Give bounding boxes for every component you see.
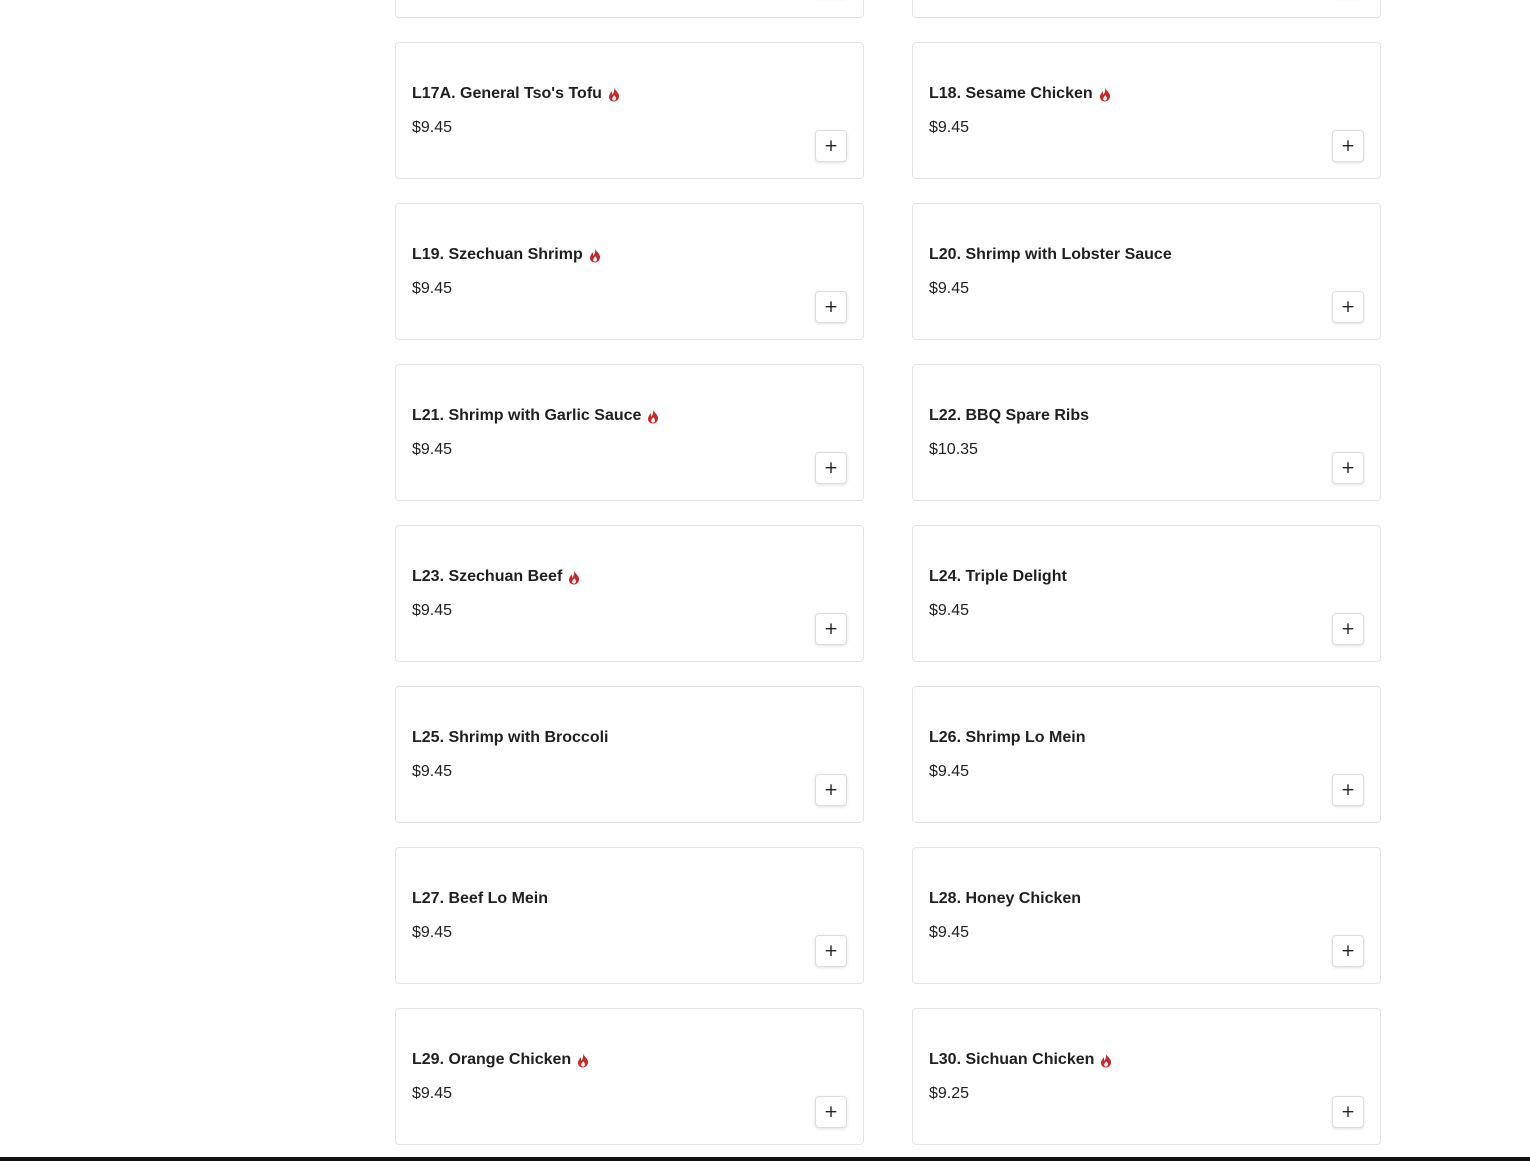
spicy-flame-icon [608, 87, 620, 102]
menu-item-card[interactable]: L27. Beef Lo Mein $9.45 + [395, 847, 864, 984]
plus-icon: + [1340, 457, 1356, 478]
menu-item-card[interactable]: L24. Triple Delight $9.45 + [912, 525, 1381, 662]
menu-item-card[interactable]: L17A. General Tso's Tofu $9.45 + [395, 42, 864, 179]
add-to-cart-button[interactable]: + [1332, 291, 1364, 323]
menu-item-name-text: L27. Beef Lo Mein [412, 890, 549, 907]
menu-item-card[interactable]: L22. BBQ Spare Ribs $10.35 + [912, 364, 1381, 501]
plus-icon: + [823, 135, 839, 156]
menu-item-card[interactable]: L20. Shrimp with Lobster Sauce $9.45 + [912, 203, 1381, 340]
menu-item-card[interactable]: L18. Sesame Chicken $9.45 + [912, 42, 1381, 179]
plus-icon: + [823, 296, 839, 317]
plus-icon: + [1340, 779, 1356, 800]
menu-item-name-text: L23. Szechuan Beef [412, 568, 563, 585]
menu-item-name-text: L28. Honey Chicken [929, 890, 1082, 907]
menu-item-price: $9.45 [929, 280, 970, 297]
menu-item-card[interactable]: L23. Szechuan Beef $9.45 + [395, 525, 864, 662]
menu-item-price: $9.25 [929, 1085, 970, 1102]
menu-item-name-text: L18. Sesame Chicken [929, 85, 1093, 102]
menu-item-card[interactable]: L28. Honey Chicken $9.45 + [912, 847, 1381, 984]
menu-item-name-text: L24. Triple Delight [929, 568, 1067, 585]
menu-item-price: $9.45 [412, 1085, 453, 1102]
menu-item-price: $9.45 [412, 763, 453, 780]
menu-item-card[interactable]: L21. Shrimp with Garlic Sauce $9.45 + [395, 364, 864, 501]
menu-item-price: $9.45 [412, 280, 453, 297]
menu-item-name: L29. Orange Chicken [412, 1051, 589, 1069]
add-to-cart-button[interactable]: + [1332, 130, 1364, 162]
add-to-cart-button[interactable]: + [815, 452, 847, 484]
plus-icon: + [823, 779, 839, 800]
add-to-cart-button[interactable]: + [815, 774, 847, 806]
plus-icon: + [1340, 1101, 1356, 1122]
spicy-flame-icon [647, 409, 659, 424]
menu-item-name: L25. Shrimp with Broccoli [412, 729, 608, 747]
plus-icon: + [1340, 296, 1356, 317]
menu-item-card[interactable]: L25. Shrimp with Broccoli $9.45 + [395, 686, 864, 823]
menu-item-name: L23. Szechuan Beef [412, 568, 580, 586]
add-to-cart-button[interactable]: + [815, 291, 847, 323]
menu-item-name-text: L29. Orange Chicken [412, 1051, 572, 1068]
menu-item-price: $9.45 [929, 763, 970, 780]
plus-icon: + [823, 940, 839, 961]
add-to-cart-button[interactable]: + [815, 1096, 847, 1128]
menu-item-name: L19. Szechuan Shrimp [412, 246, 601, 264]
add-to-cart-button[interactable]: + [815, 613, 847, 645]
menu-item-name: L28. Honey Chicken [929, 890, 1081, 908]
spicy-flame-icon [1099, 87, 1111, 102]
add-to-cart-button[interactable]: + [1332, 1096, 1364, 1128]
menu-grid: + + L17A. General Tso's Tofu$9.45+L18. S… [395, 0, 1381, 1145]
bottom-bar [0, 1157, 1530, 1161]
menu-item-name: L18. Sesame Chicken [929, 85, 1111, 103]
menu-item-name-text: L22. BBQ Spare Ribs [929, 407, 1090, 424]
menu-item-card-partial[interactable]: + [395, 0, 864, 18]
menu-item-price: $9.45 [412, 119, 453, 136]
menu-item-name-text: L25. Shrimp with Broccoli [412, 729, 609, 746]
menu-item-name: L26. Shrimp Lo Mein [929, 729, 1085, 747]
menu-item-name: L30. Sichuan Chicken [929, 1051, 1112, 1069]
menu-page: + + L17A. General Tso's Tofu$9.45+L18. S… [0, 0, 1530, 1161]
menu-item-card[interactable]: L30. Sichuan Chicken $9.25 + [912, 1008, 1381, 1145]
menu-item-price: $9.45 [929, 924, 970, 941]
add-to-cart-button[interactable]: + [1332, 452, 1364, 484]
menu-item-price: $9.45 [412, 924, 453, 941]
menu-item-name-text: L26. Shrimp Lo Mein [929, 729, 1086, 746]
menu-item-name: L27. Beef Lo Mein [412, 890, 548, 908]
menu-item-card-partial[interactable]: + [912, 0, 1381, 18]
menu-item-price: $9.45 [412, 602, 453, 619]
spicy-flame-icon [568, 570, 580, 585]
menu-item-card[interactable]: L29. Orange Chicken $9.45 + [395, 1008, 864, 1145]
menu-item-price: $9.45 [929, 119, 970, 136]
spicy-flame-icon [1100, 1053, 1112, 1068]
add-to-cart-button[interactable]: + [815, 935, 847, 967]
menu-item-name-text: L17A. General Tso's Tofu [412, 85, 602, 102]
add-to-cart-button[interactable]: + [815, 130, 847, 162]
menu-item-price: $10.35 [929, 441, 978, 458]
menu-item-name: L22. BBQ Spare Ribs [929, 407, 1089, 425]
plus-icon: + [823, 618, 839, 639]
add-to-cart-button[interactable]: + [1332, 935, 1364, 967]
plus-icon: + [1340, 135, 1356, 156]
add-to-cart-button[interactable]: + [1332, 613, 1364, 645]
menu-item-card[interactable]: L19. Szechuan Shrimp $9.45 + [395, 203, 864, 340]
menu-item-price: $9.45 [929, 602, 970, 619]
add-to-cart-button[interactable]: + [1332, 774, 1364, 806]
menu-item-name: L20. Shrimp with Lobster Sauce [929, 246, 1172, 264]
menu-item-name: L21. Shrimp with Garlic Sauce [412, 407, 659, 425]
spicy-flame-icon [577, 1053, 589, 1068]
plus-icon: + [823, 457, 839, 478]
plus-icon: + [1340, 618, 1356, 639]
plus-icon: + [823, 1101, 839, 1122]
spicy-flame-icon [589, 248, 601, 263]
menu-item-name-text: L30. Sichuan Chicken [929, 1051, 1095, 1068]
menu-item-price: $9.45 [412, 441, 453, 458]
menu-item-name-text: L19. Szechuan Shrimp [412, 246, 583, 263]
menu-item-name: L24. Triple Delight [929, 568, 1067, 586]
menu-item-name-text: L21. Shrimp with Garlic Sauce [412, 407, 642, 424]
menu-item-name: L17A. General Tso's Tofu [412, 85, 620, 103]
plus-icon: + [1340, 940, 1356, 961]
menu-item-name-text: L20. Shrimp with Lobster Sauce [929, 246, 1172, 263]
menu-item-card[interactable]: L26. Shrimp Lo Mein $9.45 + [912, 686, 1381, 823]
